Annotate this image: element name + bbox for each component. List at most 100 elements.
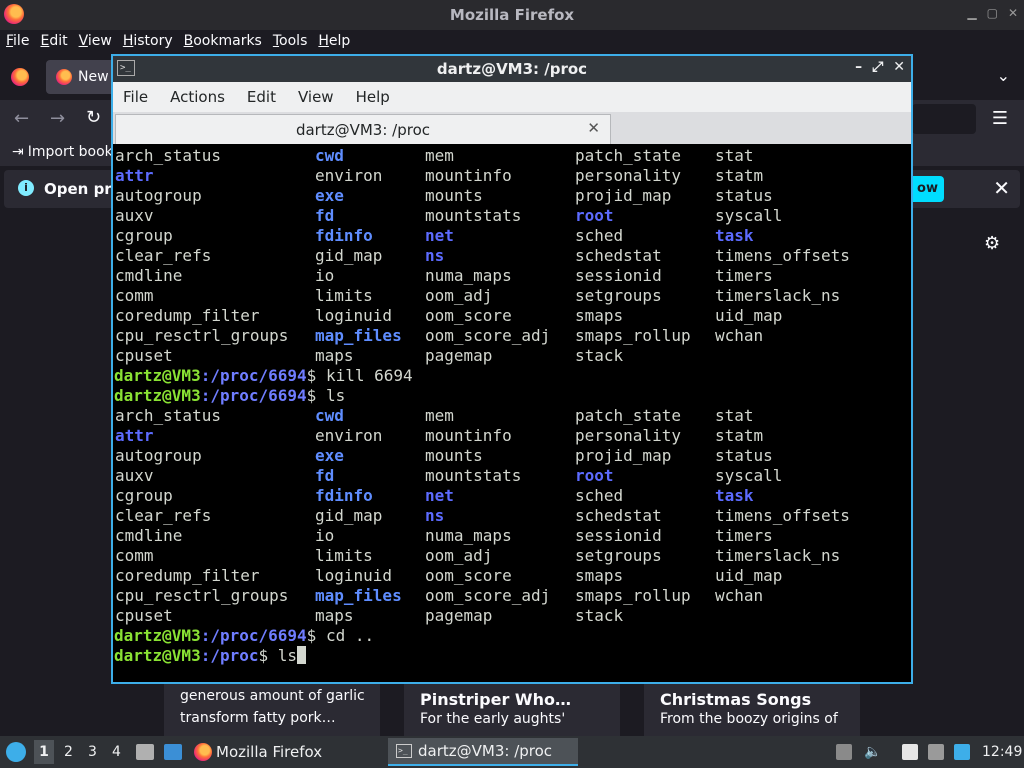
listing-entry: limits [315,546,373,565]
firefox-menu-bookmarks[interactable]: Bookmarks [184,33,262,49]
close-icon[interactable]: ✕ [993,176,1010,200]
chevron-down-icon[interactable]: ⌄ [997,66,1010,85]
terminal-menu-help[interactable]: Help [356,88,390,106]
story-card-title: Pinstriper Who… [420,690,571,709]
command-line: dartz@VM3:/proc$ ls [114,646,911,666]
listing-entry: numa_maps [425,266,512,285]
import-bookmarks-button[interactable]: ⇥ Import book [12,144,113,160]
close-icon[interactable]: ✕ [1008,6,1018,20]
terminal-menu-file[interactable]: File [123,88,148,106]
firefox-menu-view[interactable]: View [79,33,112,49]
prompt-path: :/proc/6694 [200,386,307,405]
listing-entry: oom_adj [425,286,493,305]
reload-icon[interactable]: ↻ [86,107,101,128]
workspace-1[interactable]: 1 [34,740,54,764]
listing-entry: timens_offsets [715,246,850,265]
listing-entry: autogroup [115,186,202,205]
firefox-menubar: File Edit View History Bookmarks Tools H… [0,30,1024,52]
story-card-desc: generous amount of garlic [180,688,365,704]
firefox-url-bar[interactable] [912,104,976,134]
listing-entry: maps [315,346,354,365]
listing-entry: net [425,486,454,505]
listing-entry: sessionid [575,266,662,285]
listing-row: cpuset maps pagemap stack [114,346,911,366]
terminal-menubar: File Actions Edit View Help [113,82,911,112]
listing-entry: environ [315,426,383,445]
listing-entry: sched [575,226,624,245]
listing-entry: personality [575,166,681,185]
listing-entry: fd [315,466,335,485]
firefox-menu-history[interactable]: History [123,33,173,49]
minimize-icon[interactable]: ▁ [967,6,976,20]
forward-arrow-icon[interactable]: → [50,108,65,129]
listing-entry: oom_score_adj [425,326,551,345]
listing-entry: arch_status [115,406,221,425]
listing-entry: fdinfo [315,486,373,505]
listing-row: coredump_filter loginuid oom_score smaps uid… [114,306,911,326]
taskbar-firefox[interactable]: Mozilla Firefox [194,740,322,764]
listing-entry: cwd [315,406,344,425]
listing-row: arch_status cwd mem patch_state stat [114,146,911,166]
workspace-2[interactable]: 2 [64,744,73,760]
firefox-menu-file[interactable]: File [6,33,29,49]
listing-row: clear_refs gid_map ns schedstat timens_offse… [114,246,911,266]
listing-entry: coredump_filter [115,566,260,585]
firefox-titlebar: Mozilla Firefox ▁ ▢ ✕ [0,0,1024,30]
clipboard-icon[interactable] [902,744,918,760]
network-icon[interactable] [928,744,944,760]
terminal-menu-actions[interactable]: Actions [170,88,225,106]
story-card[interactable]: generous amount of garlic transform fatt… [164,684,380,736]
listing-entry: pagemap [425,606,493,625]
listing-entry: wchan [715,326,764,345]
terminal-tab[interactable]: dartz@VM3: /proc ✕ [115,114,611,144]
firefox-window-controls: ▁ ▢ ✕ [967,6,1018,20]
close-icon[interactable]: ✕ [893,59,905,75]
tray-arrow-icon[interactable] [836,744,852,760]
terminal-titlebar[interactable]: >_ dartz@VM3: /proc – ⤢ ✕ [113,56,911,82]
firefox-menu-help[interactable]: Help [318,33,350,49]
listing-entry: status [715,446,773,465]
listing-row: attr environ mountinfo personality statm [114,426,911,446]
maximize-icon[interactable]: ⤢ [872,59,883,75]
minimize-icon[interactable]: – [855,59,862,75]
workspace-4[interactable]: 4 [112,744,121,760]
listing-entry: stat [715,406,754,425]
listing-entry: fd [315,206,335,225]
firefox-menu-tools[interactable]: Tools [273,33,308,49]
close-tab-icon[interactable]: ✕ [587,119,600,137]
listing-entry: map_files [315,326,402,345]
terminal-output[interactable]: arch_status cwd mem patch_state stat attr envi… [113,146,911,682]
listing-entry: patch_state [575,406,681,425]
gear-icon[interactable]: ⚙ [984,233,1000,254]
info-icon: i [18,180,34,196]
workspace-3[interactable]: 3 [88,744,97,760]
story-card[interactable]: Pinstriper Who… For the early aughts' [404,684,620,736]
listing-entry: projid_map [575,446,672,465]
taskbar-terminal[interactable]: >_ dartz@VM3: /proc [388,738,578,766]
start-menu-icon[interactable] [6,742,26,762]
listing-entry: cwd [315,146,344,165]
desktop-icon[interactable] [164,744,182,760]
update-icon[interactable] [954,744,970,760]
listing-row: clear_refs gid_map ns schedstat timens_offse… [114,506,911,526]
volume-icon[interactable]: 🔈 [864,744,881,760]
command-text: $ cd .. [306,626,375,645]
listing-entry: ns [425,506,445,525]
listing-row: attr environ mountinfo personality statm [114,166,911,186]
story-card[interactable]: Christmas Songs From the boozy origins o… [644,684,860,736]
listing-entry: uid_map [715,566,783,585]
firefox-view-icon[interactable] [11,68,29,86]
listing-entry: uid_map [715,306,783,325]
prompt-user: dartz@VM3 [114,646,201,665]
listing-entry: setgroups [575,546,662,565]
story-card-desc: For the early aughts' [420,711,566,727]
terminal-menu-view[interactable]: View [298,88,334,106]
firefox-logo-icon [4,4,24,24]
hamburger-menu-icon[interactable]: ☰ [992,108,1008,129]
terminal-menu-edit[interactable]: Edit [247,88,276,106]
firefox-menu-edit[interactable]: Edit [40,33,67,49]
clock[interactable]: 12:49 [982,744,1022,760]
maximize-icon[interactable]: ▢ [987,6,998,20]
back-arrow-icon[interactable]: ← [14,108,29,129]
file-manager-icon[interactable] [136,744,154,760]
